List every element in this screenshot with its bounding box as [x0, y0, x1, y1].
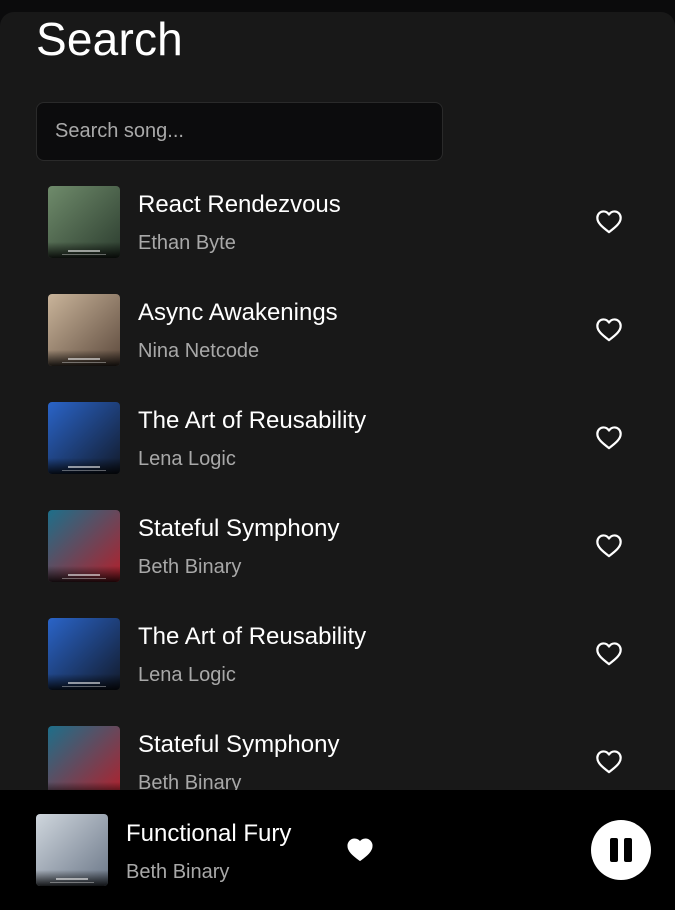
song-row[interactable]: The Art of Reusability Lena Logic: [0, 606, 675, 714]
song-title: React Rendezvous: [138, 191, 341, 218]
now-playing-artist: Beth Binary: [126, 861, 230, 883]
song-artist: Beth Binary: [138, 556, 242, 578]
song-row[interactable]: The Art of Reusability Lena Logic: [0, 390, 675, 498]
song-title: Stateful Symphony: [138, 731, 340, 758]
heart-icon[interactable]: [595, 316, 623, 342]
song-artist: Ethan Byte: [138, 232, 236, 254]
album-cover: [48, 726, 120, 798]
heart-filled-icon[interactable]: [346, 836, 374, 862]
song-title: The Art of Reusability: [138, 407, 367, 434]
album-cover: [48, 618, 120, 690]
song-title: The Art of Reusability: [138, 623, 367, 650]
heart-icon[interactable]: [595, 748, 623, 774]
search-input[interactable]: [36, 102, 443, 161]
song-title: Async Awakenings: [138, 299, 338, 326]
pause-icon: [624, 838, 632, 862]
search-panel: Search React Rendezvous Ethan Byte Async…: [0, 12, 675, 910]
album-cover: [48, 510, 120, 582]
pause-button[interactable]: [591, 820, 651, 880]
now-playing-title: Functional Fury: [126, 820, 292, 847]
album-cover: [48, 294, 120, 366]
song-row[interactable]: Stateful Symphony Beth Binary: [0, 498, 675, 606]
song-list: React Rendezvous Ethan Byte Async Awaken…: [0, 174, 675, 822]
song-artist: Lena Logic: [138, 664, 236, 686]
heart-icon[interactable]: [595, 640, 623, 666]
heart-icon[interactable]: [595, 424, 623, 450]
now-playing-cover: [36, 814, 108, 886]
song-artist: Lena Logic: [138, 448, 236, 470]
page-title: Search: [36, 13, 183, 65]
heart-icon[interactable]: [595, 208, 623, 234]
song-row[interactable]: Async Awakenings Nina Netcode: [0, 282, 675, 390]
now-playing-bar: Functional Fury Beth Binary: [0, 790, 675, 910]
pause-icon: [610, 838, 618, 862]
song-row[interactable]: React Rendezvous Ethan Byte: [0, 174, 675, 282]
song-artist: Nina Netcode: [138, 340, 260, 362]
album-cover: [48, 186, 120, 258]
album-cover: [48, 402, 120, 474]
heart-icon[interactable]: [595, 532, 623, 558]
song-title: Stateful Symphony: [138, 515, 340, 542]
